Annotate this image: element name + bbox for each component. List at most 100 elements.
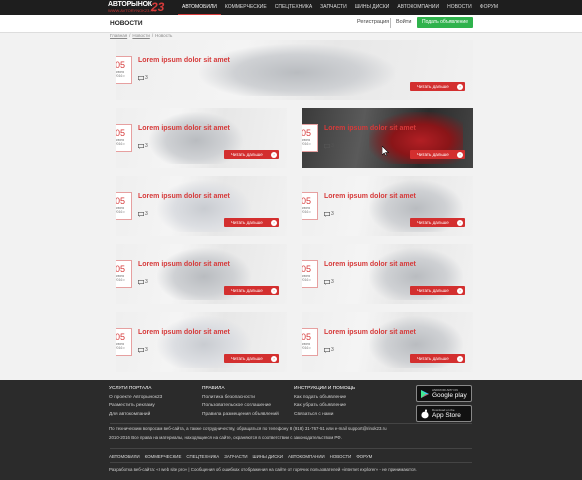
card-title[interactable]: Lorem ipsum dolor sit amet xyxy=(324,261,416,268)
news-card[interactable]: 05июня2016 г. Lorem ipsum dolor sit amet 3… xyxy=(116,312,287,372)
read-more-button[interactable]: Читать дальше › xyxy=(410,218,465,227)
nav-special-equipment[interactable]: СПЕЦТЕХНИКА xyxy=(271,0,316,15)
footer: УСЛУГИ ПОРТАЛА О проекте Авторынок23 Раз… xyxy=(0,380,582,480)
read-more-button[interactable]: Читать дальше › xyxy=(410,354,465,363)
card-title[interactable]: Lorem ipsum dolor sit amet xyxy=(138,329,230,336)
read-more-button[interactable]: Читать дальше › xyxy=(224,354,279,363)
footer-nav-automobiles[interactable]: АВТОМОБИЛИ xyxy=(109,454,140,459)
read-more-button[interactable]: Читать дальше › xyxy=(410,286,465,295)
read-more-label: Читать дальше xyxy=(231,220,263,225)
footer-link[interactable]: Как подать объявление xyxy=(294,394,355,402)
comments-count: 3 xyxy=(138,279,148,285)
date-badge: 05июня2016 г. xyxy=(116,124,132,152)
comments-count: 3 xyxy=(138,347,148,353)
card-title[interactable]: Lorem ipsum dolor sit amet xyxy=(324,329,416,336)
footer-nav: АВТОМОБИЛИ КОММЕРЧЕСКИЕ СПЕЦТЕХНИКА ЗАПЧ… xyxy=(109,454,372,459)
read-more-button[interactable]: Читать дальше › xyxy=(410,82,465,91)
date-year: 2016 г. xyxy=(116,142,126,146)
news-card[interactable]: 05июня2016 г. Lorem ipsum dolor sit amet 3… xyxy=(116,108,287,168)
footer-link[interactable]: Для автокомпаний xyxy=(109,411,162,419)
register-link[interactable]: Регистрация xyxy=(357,19,389,25)
footer-nav-commercial[interactable]: КОММЕРЧЕСКИЕ xyxy=(145,454,182,459)
divider xyxy=(390,18,391,28)
arrow-right-icon: › xyxy=(271,151,277,158)
footer-col-rules: ПРАВИЛА Политика безопасности Пользовате… xyxy=(202,386,279,419)
footer-link[interactable]: Правила размещения объявлений xyxy=(202,411,279,419)
nav-parts[interactable]: ЗАПЧАСТИ xyxy=(316,0,351,15)
comments-number: 3 xyxy=(145,347,148,353)
nav-forum[interactable]: ФОРУМ xyxy=(476,0,502,15)
read-more-label: Читать дальше xyxy=(417,220,449,225)
card-title[interactable]: Lorem ipsum dolor sit amet xyxy=(324,193,416,200)
news-card[interactable]: 05июня2016 г. Lorem ipsum dolor sit amet 3… xyxy=(302,176,473,236)
arrow-right-icon: › xyxy=(271,287,277,294)
comment-icon xyxy=(324,143,330,149)
footer-link[interactable]: Связаться с нами xyxy=(294,411,355,419)
nav-tires-wheels[interactable]: ШИНЫ ДИСКИ xyxy=(351,0,394,15)
card-title[interactable]: Lorem ipsum dolor sit amet xyxy=(138,193,230,200)
news-card[interactable]: 05июня2016 г. Lorem ipsum dolor sit amet 3… xyxy=(116,244,287,304)
footer-link[interactable]: Политика безопасности xyxy=(202,394,279,402)
breadcrumb-home[interactable]: Главная xyxy=(110,33,127,38)
date-year: 2016 г. xyxy=(116,346,126,350)
top-bar: АВТОРЫНОК WWW.AVTORYNOK23.RU 23 АВТОМОБИ… xyxy=(0,0,582,15)
news-card[interactable]: 05июня2016 г. Lorem ipsum dolor sit amet 3… xyxy=(302,244,473,304)
comment-icon xyxy=(324,279,330,285)
nav-commercial[interactable]: КОММЕРЧЕСКИЕ xyxy=(221,0,271,15)
comment-icon xyxy=(324,347,330,353)
app-store-badge[interactable]: Download on the App Store xyxy=(416,405,472,422)
footer-divider xyxy=(110,448,472,449)
date-year: 2016 г. xyxy=(116,210,126,214)
footer-nav-forum[interactable]: ФОРУМ xyxy=(356,454,372,459)
arrow-right-icon: › xyxy=(457,355,463,362)
arrow-right-icon: › xyxy=(457,219,463,226)
footer-heading: УСЛУГИ ПОРТАЛА xyxy=(109,386,152,391)
comment-icon xyxy=(138,211,144,217)
read-more-button[interactable]: Читать дальше › xyxy=(224,218,279,227)
page-title: НОВОСТИ xyxy=(110,20,143,27)
read-more-label: Читать дальше xyxy=(417,288,449,293)
site-logo[interactable]: АВТОРЫНОК WWW.AVTORYNOK23.RU 23 xyxy=(108,0,166,14)
read-more-label: Читать дальше xyxy=(231,288,263,293)
date-badge: 05июня2016 г. xyxy=(302,192,318,220)
date-day: 05 xyxy=(116,128,125,138)
footer-divider xyxy=(110,423,472,424)
footer-nav-special-equipment[interactable]: СПЕЦТЕХНИКА xyxy=(186,454,219,459)
news-card[interactable]: 05июня2016 г. Lorem ipsum dolor sit amet 3… xyxy=(302,108,473,168)
submit-ad-button[interactable]: Подать объявление xyxy=(417,17,473,28)
comments-number: 3 xyxy=(145,75,148,81)
date-year: 2016 г. xyxy=(302,210,312,214)
read-more-button[interactable]: Читать дальше › xyxy=(224,150,279,159)
card-title[interactable]: Lorem ipsum dolor sit amet xyxy=(138,57,230,64)
footer-link[interactable]: Как убрать объявление xyxy=(294,402,355,410)
arrow-right-icon: › xyxy=(457,151,463,158)
date-day: 05 xyxy=(302,128,311,138)
date-day: 05 xyxy=(116,60,125,70)
read-more-button[interactable]: Читать дальше › xyxy=(410,150,465,159)
footer-nav-news[interactable]: НОВОСТИ xyxy=(330,454,352,459)
footer-link[interactable]: О проекте Авторынок23 xyxy=(109,394,162,402)
breadcrumb-news[interactable]: Новости xyxy=(132,33,149,38)
news-card[interactable]: 05июня2016 г. Lorem ipsum dolor sit amet 3… xyxy=(116,40,473,100)
date-year: 2016 г. xyxy=(302,142,312,146)
breadcrumb: Главная / Новости / Новость xyxy=(110,33,172,38)
login-link[interactable]: Войти xyxy=(396,19,411,25)
card-title[interactable]: Lorem ipsum dolor sit amet xyxy=(324,125,416,132)
arrow-right-icon: › xyxy=(271,219,277,226)
news-card[interactable]: 05июня2016 г. Lorem ipsum dolor sit amet 3… xyxy=(116,176,287,236)
nav-automobiles[interactable]: АВТОМОБИЛИ xyxy=(178,0,221,15)
footer-link[interactable]: Пользовательское соглашение xyxy=(202,402,279,410)
footer-contact-note: По техническим вопросам веб-сайта, а так… xyxy=(109,426,387,431)
news-card[interactable]: 05июня2016 г. Lorem ipsum dolor sit amet 3… xyxy=(302,312,473,372)
nav-auto-companies[interactable]: АВТОКОМПАНИИ xyxy=(393,0,443,15)
footer-nav-tires-wheels[interactable]: ШИНЫ ДИСКИ xyxy=(253,454,283,459)
footer-link[interactable]: Разместить рекламу xyxy=(109,402,162,410)
app-store-label: App Store xyxy=(432,412,461,419)
read-more-button[interactable]: Читать дальше › xyxy=(224,286,279,295)
footer-nav-auto-companies[interactable]: АВТОКОМПАНИИ xyxy=(288,454,325,459)
card-title[interactable]: Lorem ipsum dolor sit amet xyxy=(138,125,230,132)
card-title[interactable]: Lorem ipsum dolor sit amet xyxy=(138,261,230,268)
footer-nav-parts[interactable]: ЗАПЧАСТИ xyxy=(224,454,247,459)
nav-news[interactable]: НОВОСТИ xyxy=(443,0,476,15)
google-play-badge[interactable]: ANDROID APP ON Google play xyxy=(416,385,472,402)
